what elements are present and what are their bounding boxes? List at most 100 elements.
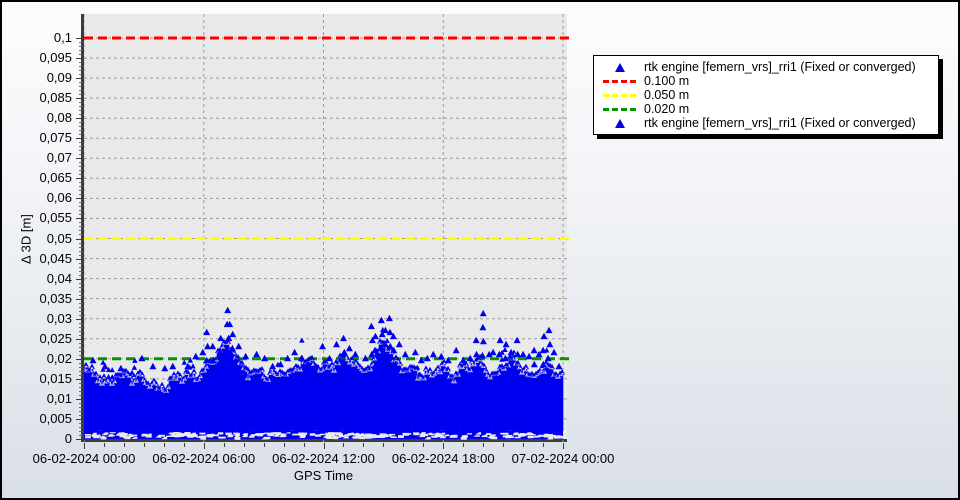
legend-item-label: 0.020 m: [644, 102, 690, 116]
x-minor-tick-mark: [103, 443, 105, 447]
y-minor-tick-mark: [79, 234, 82, 236]
y-minor-tick-mark: [79, 426, 82, 428]
triangle-marker-icon: [598, 62, 642, 72]
y-minor-tick-mark: [79, 190, 82, 192]
x-tick-mark: [443, 443, 445, 449]
y-axis-title: Δ 3D [m]: [18, 214, 34, 264]
legend-item-2[interactable]: 0.050 m: [598, 88, 934, 102]
y-minor-tick-mark: [79, 302, 82, 304]
y-minor-tick-mark: [79, 402, 82, 404]
x-tick-label: 06-02-2024 12:00: [272, 451, 375, 466]
y-minor-tick-mark: [79, 382, 82, 384]
y-minor-tick-mark: [79, 86, 82, 88]
triangle-icon: [615, 62, 625, 72]
y-tick-mark: [76, 338, 82, 340]
y-minor-tick-mark: [79, 166, 82, 168]
y-tick-label: 0,095: [39, 50, 72, 66]
y-minor-tick-mark: [79, 230, 82, 232]
y-tick-label: 0,085: [39, 90, 72, 106]
scatter-plot-canvas: [84, 14, 570, 442]
y-minor-tick-mark: [79, 406, 82, 408]
y-minor-tick-mark: [79, 170, 82, 172]
y-tick-mark: [76, 278, 82, 280]
x-minor-tick-mark: [223, 443, 225, 447]
y-tick-label: 0,09: [46, 70, 72, 86]
y-minor-tick-mark: [79, 226, 82, 228]
y-minor-tick-mark: [79, 434, 82, 436]
y-tick-mark: [76, 398, 82, 400]
y-minor-tick-mark: [79, 326, 82, 328]
y-minor-tick-mark: [79, 274, 82, 276]
legend-item-4[interactable]: rtk engine [femern_vrs]_rri1 (Fixed or c…: [598, 116, 934, 130]
x-minor-tick-mark: [123, 443, 125, 447]
y-tick-label: 0,08: [46, 110, 72, 126]
y-tick-label: 0,04: [46, 270, 72, 286]
y-minor-tick-mark: [79, 322, 82, 324]
y-minor-tick-mark: [79, 370, 82, 372]
y-minor-tick-mark: [79, 106, 82, 108]
x-minor-tick-mark: [363, 443, 365, 447]
plot-area[interactable]: [81, 14, 570, 442]
y-tick-mark: [76, 418, 82, 420]
y-tick-mark: [76, 258, 82, 260]
y-minor-tick-mark: [79, 282, 82, 284]
y-minor-tick-mark: [79, 246, 82, 248]
triangle-icon: [615, 118, 625, 128]
y-tick-label: 0,005: [39, 410, 72, 426]
y-tick-mark: [76, 138, 82, 140]
legend-item-1[interactable]: 0.100 m: [598, 74, 934, 88]
y-minor-tick-mark: [79, 422, 82, 424]
y-tick-label: 0: [64, 431, 72, 446]
y-minor-tick-mark: [79, 214, 82, 216]
y-minor-tick-mark: [79, 182, 82, 184]
y-tick-mark: [76, 378, 82, 380]
dash-icon: [602, 79, 638, 83]
y-minor-tick-mark: [79, 62, 82, 64]
x-tick-label: 06-02-2024 18:00: [391, 451, 495, 466]
x-minor-tick-mark: [263, 443, 265, 447]
y-minor-tick-mark: [79, 150, 82, 152]
y-minor-tick-mark: [79, 314, 82, 316]
y-tick-label: 0,025: [39, 330, 72, 346]
y-minor-tick-mark: [79, 362, 82, 364]
y-minor-tick-mark: [79, 74, 82, 76]
y-minor-tick-mark: [79, 162, 82, 164]
legend-item-0[interactable]: rtk engine [femern_vrs]_rri1 (Fixed or c…: [598, 60, 934, 74]
x-minor-tick-mark: [483, 443, 485, 447]
y-minor-tick-mark: [79, 390, 82, 392]
legend-item-3[interactable]: 0.020 m: [598, 102, 934, 116]
y-minor-tick-mark: [79, 306, 82, 308]
y-tick-label: 0,02: [46, 350, 72, 366]
x-tick-mark: [563, 443, 564, 449]
y-tick-mark: [76, 78, 82, 80]
chart-window: 0 0,005 0,01 0,015 0,02 0,025 0,03 0,035 0,04 0,0…: [0, 0, 960, 500]
x-minor-tick-mark: [403, 443, 405, 447]
y-minor-tick-mark: [79, 206, 82, 208]
y-minor-tick-mark: [79, 202, 82, 204]
y-minor-tick-mark: [79, 250, 82, 252]
y-minor-tick-mark: [79, 222, 82, 224]
y-tick-mark: [76, 439, 82, 440]
y-minor-tick-mark: [79, 90, 82, 92]
legend-box[interactable]: rtk engine [femern_vrs]_rri1 (Fixed or c…: [593, 55, 939, 135]
x-tick-label: 06-02-2024 06:00: [152, 451, 256, 466]
x-axis-title: GPS Time: [293, 468, 354, 483]
y-tick-mark: [76, 98, 82, 100]
y-minor-tick-mark: [79, 414, 82, 416]
y-minor-tick-mark: [79, 290, 82, 292]
y-minor-tick-mark: [79, 146, 82, 148]
y-tick-label: 0,07: [46, 150, 72, 166]
y-tick-label: 0,015: [39, 370, 72, 386]
y-minor-tick-mark: [79, 270, 82, 272]
y-minor-tick-mark: [79, 102, 82, 104]
y-tick-label: 0,05: [46, 230, 72, 246]
y-tick-label: 0,045: [39, 250, 72, 266]
y-minor-tick-mark: [79, 126, 82, 128]
dashed-line-icon: [598, 79, 642, 83]
y-minor-tick-mark: [79, 386, 82, 388]
y-tick-mark: [76, 238, 82, 240]
y-minor-tick-mark: [79, 342, 82, 344]
y-minor-tick-mark: [79, 142, 82, 144]
x-minor-tick-mark: [503, 443, 505, 447]
y-tick-mark: [76, 298, 82, 300]
